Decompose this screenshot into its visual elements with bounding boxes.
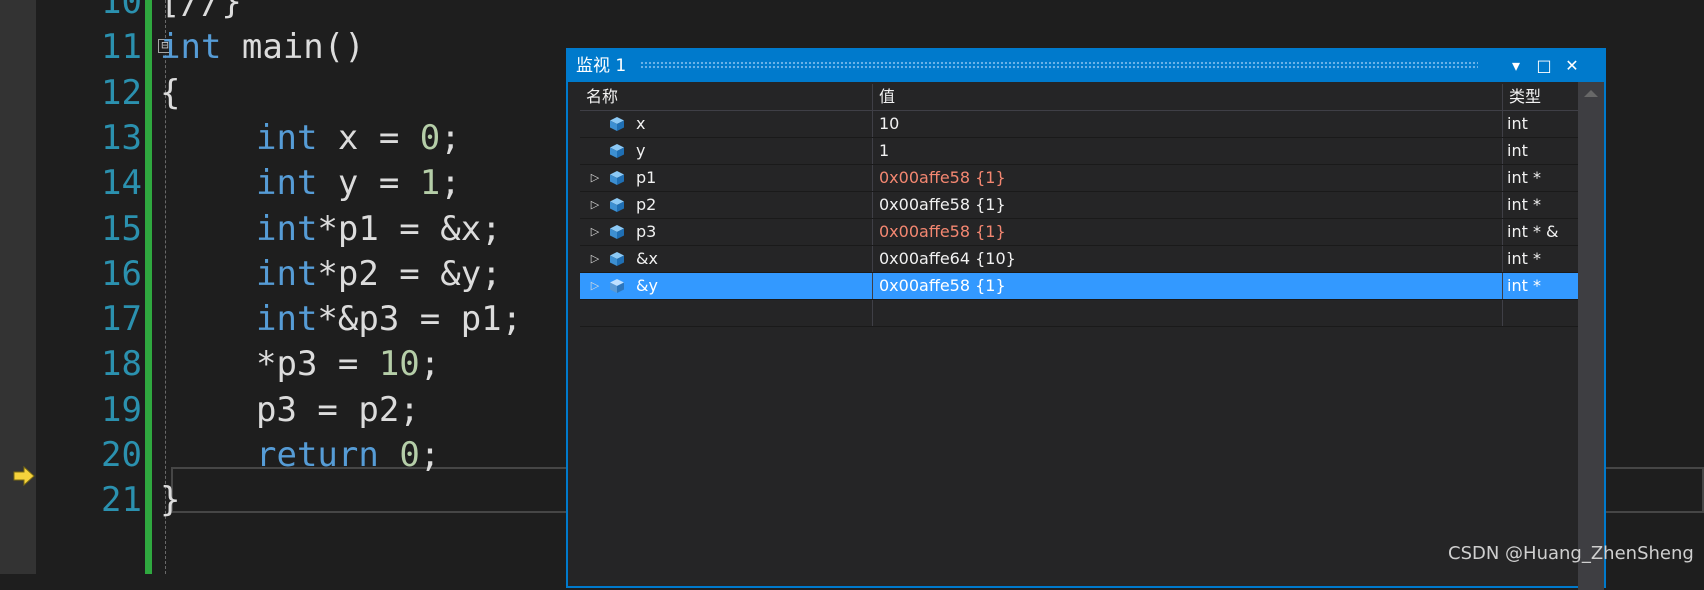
watch-value-cell[interactable]: 1: [872, 138, 1502, 164]
watch-name-cell: x: [636, 114, 646, 133]
line-number: 11: [101, 27, 142, 68]
watch-row[interactable]: ▷ p3 0x00affe58 {1} int * &: [580, 219, 1580, 246]
line-number: 14: [101, 163, 142, 204]
line-number: 12: [101, 72, 142, 113]
indicator-margin: [0, 0, 36, 574]
watch-row[interactable]: ▷ &y 0x00affe58 {1} int *: [580, 273, 1580, 300]
code-line: int x = 0;: [256, 117, 461, 158]
code-line: int*&p3 = p1;: [256, 299, 523, 340]
code-line: int*p2 = &y;: [256, 253, 502, 294]
add-watch-row[interactable]: [580, 300, 1580, 327]
change-tracking-bar: [145, 0, 152, 574]
code-line: return 0;: [256, 435, 441, 475]
vertical-scrollbar[interactable]: [1578, 82, 1604, 590]
line-number: 16: [101, 253, 142, 294]
close-icon[interactable]: ✕: [1560, 54, 1584, 78]
watch-name-cell: &y: [636, 276, 658, 295]
watch-type-cell: int *: [1502, 273, 1580, 299]
watch-type-cell: int *: [1502, 192, 1580, 218]
empty-cell[interactable]: [1502, 300, 1580, 326]
watch-value-cell[interactable]: 0x00affe58 {1}: [872, 273, 1502, 299]
maximize-icon[interactable]: □: [1532, 54, 1556, 78]
code-line: *p3 = 10;: [256, 344, 441, 385]
watch-title-bar[interactable]: 监视 1 ▾ □ ✕: [568, 50, 1604, 82]
code-line: int y = 1;: [256, 163, 461, 204]
code-line: {: [160, 72, 181, 113]
watermark: CSDN @Huang_ZhenSheng: [1448, 543, 1694, 564]
drag-grip[interactable]: [640, 61, 1478, 70]
watch-row[interactable]: ▷ p1 0x00affe58 {1} int *: [580, 165, 1580, 192]
line-number: 13: [101, 117, 142, 158]
watch-window[interactable]: 监视 1 ▾ □ ✕ 名称 值 类型 x 10 int y 1 int ▷ p1 0x00a…: [566, 48, 1606, 590]
watch-row[interactable]: ▷ &x 0x00affe64 {10} int *: [580, 246, 1580, 273]
code-line: int main(): [160, 27, 365, 68]
code-line: p3 = p2;: [256, 389, 420, 430]
watch-column-header: 名称 值 类型: [580, 84, 1580, 111]
column-header-type[interactable]: 类型: [1502, 84, 1580, 110]
watch-value-cell[interactable]: 0x00affe58 {1}: [872, 219, 1502, 245]
line-number: 15: [101, 208, 142, 249]
scroll-up-icon[interactable]: [1584, 90, 1598, 97]
window-dropdown-icon[interactable]: ▾: [1504, 54, 1528, 78]
watch-type-cell: int *: [1502, 246, 1580, 272]
watch-name-cell: p3: [636, 222, 657, 241]
column-header-name[interactable]: 名称: [580, 84, 872, 110]
empty-cell[interactable]: [580, 300, 872, 326]
line-number: 17: [101, 299, 142, 340]
watch-name-cell: p1: [636, 168, 657, 187]
watch-row[interactable]: ▷ p2 0x00affe58 {1} int *: [580, 192, 1580, 219]
line-number: 21: [101, 480, 142, 521]
current-statement-arrow-icon: [13, 465, 35, 487]
watch-name-cell: y: [636, 141, 646, 160]
watch-name-cell: &x: [636, 249, 658, 268]
empty-cell[interactable]: [872, 300, 1502, 326]
watch-type-cell: int * &: [1502, 219, 1580, 245]
watch-type-cell: int: [1502, 138, 1580, 164]
line-number: 20: [101, 435, 142, 475]
watch-value-cell[interactable]: 0x00affe58 {1}: [872, 165, 1502, 191]
watch-title: 监视 1: [576, 56, 627, 76]
watch-row[interactable]: y 1 int: [580, 138, 1580, 165]
code-line: }: [160, 480, 181, 521]
watch-value-cell[interactable]: 0x00affe58 {1}: [872, 192, 1502, 218]
column-header-value[interactable]: 值: [872, 84, 1502, 110]
code-line: int*p1 = &x;: [256, 208, 502, 249]
watch-value-cell[interactable]: 10: [872, 111, 1502, 137]
watch-type-cell: int *: [1502, 165, 1580, 191]
watch-name-cell: p2: [636, 195, 657, 214]
watch-row[interactable]: x 10 int: [580, 111, 1580, 138]
watch-type-cell: int: [1502, 111, 1580, 137]
line-number: 18: [101, 344, 142, 385]
watch-list: x 10 int y 1 int ▷ p1 0x00affe58 {1} int * ▷ p2 0…: [580, 111, 1580, 327]
line-numbers: 10 11 12 13 14 15 16 17 18 19 20 21: [36, 0, 142, 574]
watch-value-cell[interactable]: 0x00affe64 {10}: [872, 246, 1502, 272]
line-number: 19: [101, 389, 142, 430]
